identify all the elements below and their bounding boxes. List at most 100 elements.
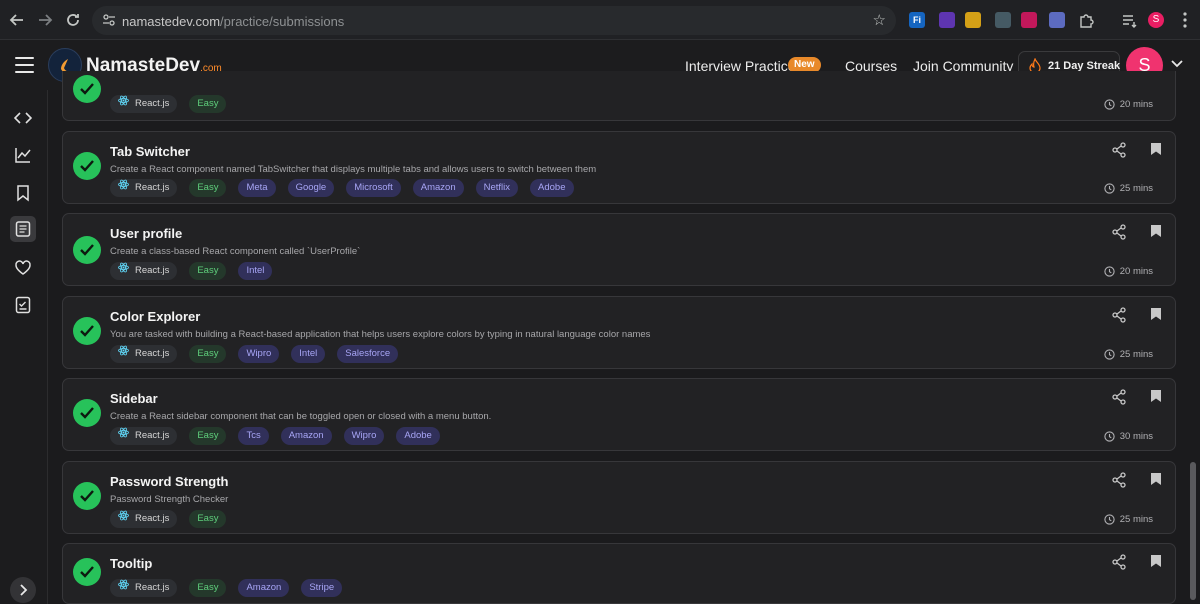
fi-extension-icon[interactable]: Fi (909, 12, 925, 28)
submission-card[interactable]: Color Explorer You are tasked with buildi… (62, 296, 1176, 369)
play-extension-icon[interactable] (1021, 12, 1037, 28)
bookmark-star-icon[interactable]: ☆ (873, 11, 886, 29)
bookmark-icon[interactable] (1150, 472, 1162, 486)
tech-label: React.js (135, 430, 170, 441)
react-icon (118, 179, 129, 197)
share-icon[interactable] (1111, 554, 1127, 570)
tech-tag: React.js (110, 427, 178, 445)
chevron-down-icon[interactable] (1170, 57, 1184, 71)
react-icon (118, 579, 129, 597)
site-settings-icon[interactable] (102, 13, 116, 27)
left-sidebar (0, 90, 48, 604)
time-estimate: 25 mins (1104, 349, 1153, 360)
clock-icon (1104, 514, 1115, 525)
card-title[interactable]: Sidebar (110, 391, 158, 406)
purple-extension-icon[interactable] (939, 12, 955, 28)
time-label: 20 mins (1119, 99, 1153, 110)
react-icon (118, 345, 129, 363)
chart-line-icon[interactable] (10, 142, 36, 168)
browser-menu-icon[interactable] (1175, 10, 1195, 30)
tech-label: React.js (135, 348, 170, 359)
time-label: 25 mins (1119, 349, 1153, 360)
react-icon (118, 510, 129, 528)
solved-check-icon (73, 75, 101, 103)
tag-list: React.js Easy Wipro Intel Salesforce (110, 345, 399, 363)
share-icon[interactable] (1111, 472, 1127, 488)
scrollbar-thumb[interactable] (1190, 462, 1196, 600)
checklist-icon[interactable] (10, 292, 36, 318)
company-tag: Netflix (475, 179, 519, 197)
share-icon[interactable] (1111, 142, 1127, 158)
submission-card[interactable]: Tab Switcher Create a React component nam… (62, 131, 1176, 204)
tech-tag: React.js (110, 345, 178, 363)
forward-arrow-icon[interactable] (35, 10, 55, 30)
clock-icon (1104, 349, 1115, 360)
bookmark-icon[interactable] (1150, 389, 1162, 403)
card-description: Password Strength Checker (110, 494, 229, 505)
expand-sidebar-chevron-icon[interactable] (10, 577, 36, 603)
reload-icon[interactable] (63, 10, 83, 30)
company-tag: Intel (291, 345, 326, 363)
card-title[interactable]: Color Explorer (110, 309, 200, 324)
card-title[interactable]: User profile (110, 226, 182, 241)
bookmark-icon[interactable] (1150, 307, 1162, 321)
solved-check-icon (73, 317, 101, 345)
yellow-extension-icon[interactable] (965, 12, 981, 28)
bookmark-icon[interactable] (1150, 142, 1162, 156)
react-icon (118, 95, 129, 113)
company-tag: Intel (238, 262, 273, 280)
reading-list-icon[interactable] (1119, 11, 1139, 31)
browser-profile-avatar[interactable]: S (1148, 12, 1164, 28)
time-estimate: 20 mins (1104, 266, 1153, 277)
tag-list: React.js Easy (110, 95, 227, 113)
address-bar[interactable]: namastedev.com/practice/submissions ☆ (92, 6, 896, 35)
company-tag: Amazon (280, 427, 332, 445)
share-icon[interactable] (1111, 224, 1127, 240)
url-text: namastedev.com/practice/submissions (122, 14, 344, 29)
submission-card[interactable]: User profile Create a class-based React c… (62, 213, 1176, 286)
clock-icon (1104, 99, 1115, 110)
clock-icon (1104, 266, 1115, 277)
tech-tag: React.js (110, 95, 178, 113)
submission-card[interactable]: React.js Easy 20 mins (62, 71, 1176, 121)
company-tag: Tcs (238, 427, 269, 445)
share-icon[interactable] (1111, 389, 1127, 405)
gear-extension-icon[interactable] (1049, 12, 1065, 28)
tag-list: React.js Easy Meta Google Microsoft Amazon Net… (110, 179, 574, 197)
bookmark-icon[interactable] (1150, 224, 1162, 238)
difficulty-tag: Easy (189, 579, 227, 597)
company-tag: Salesforce (337, 345, 399, 363)
company-tag: Wipro (343, 427, 385, 445)
code-icon[interactable] (10, 105, 36, 131)
submissions-list-icon[interactable] (10, 216, 36, 242)
hamburger-menu-icon[interactable] (15, 57, 34, 73)
company-tag: Microsoft (346, 179, 401, 197)
bookmark-icon[interactable] (1150, 554, 1162, 568)
submission-card[interactable]: Password Strength Password Strength Check… (62, 461, 1176, 534)
company-tag: Meta (238, 179, 276, 197)
tag-list: React.js Easy Tcs Amazon Wipro Adobe (110, 427, 440, 445)
bookmark-icon[interactable] (10, 180, 36, 206)
tech-tag: React.js (110, 579, 178, 597)
share-icon[interactable] (1111, 307, 1127, 323)
difficulty-tag: Easy (189, 345, 227, 363)
submission-card[interactable]: Tooltip React.js Easy Amazon Stripe (62, 543, 1176, 604)
card-title[interactable]: Tooltip (110, 556, 152, 571)
tag-list: React.js Easy Amazon Stripe (110, 579, 343, 597)
extensions-puzzle-icon[interactable] (1077, 11, 1097, 31)
solved-check-icon (73, 482, 101, 510)
time-estimate: 25 mins (1104, 514, 1153, 525)
tech-label: React.js (135, 582, 170, 593)
heart-icon[interactable] (10, 255, 36, 281)
submission-card[interactable]: Sidebar Create a React sidebar component … (62, 378, 1176, 451)
card-title[interactable]: Tab Switcher (110, 144, 190, 159)
tech-label: React.js (135, 513, 170, 524)
company-tag: Adobe (530, 179, 574, 197)
tech-label: React.js (135, 98, 170, 109)
card-description: You are tasked with building a React-bas… (110, 329, 651, 340)
tag-list: React.js Easy Intel (110, 262, 273, 280)
vimeo-extension-icon[interactable] (995, 12, 1011, 28)
back-arrow-icon[interactable] (7, 10, 27, 30)
card-title[interactable]: Password Strength (110, 474, 228, 489)
difficulty-tag: Easy (189, 179, 227, 197)
